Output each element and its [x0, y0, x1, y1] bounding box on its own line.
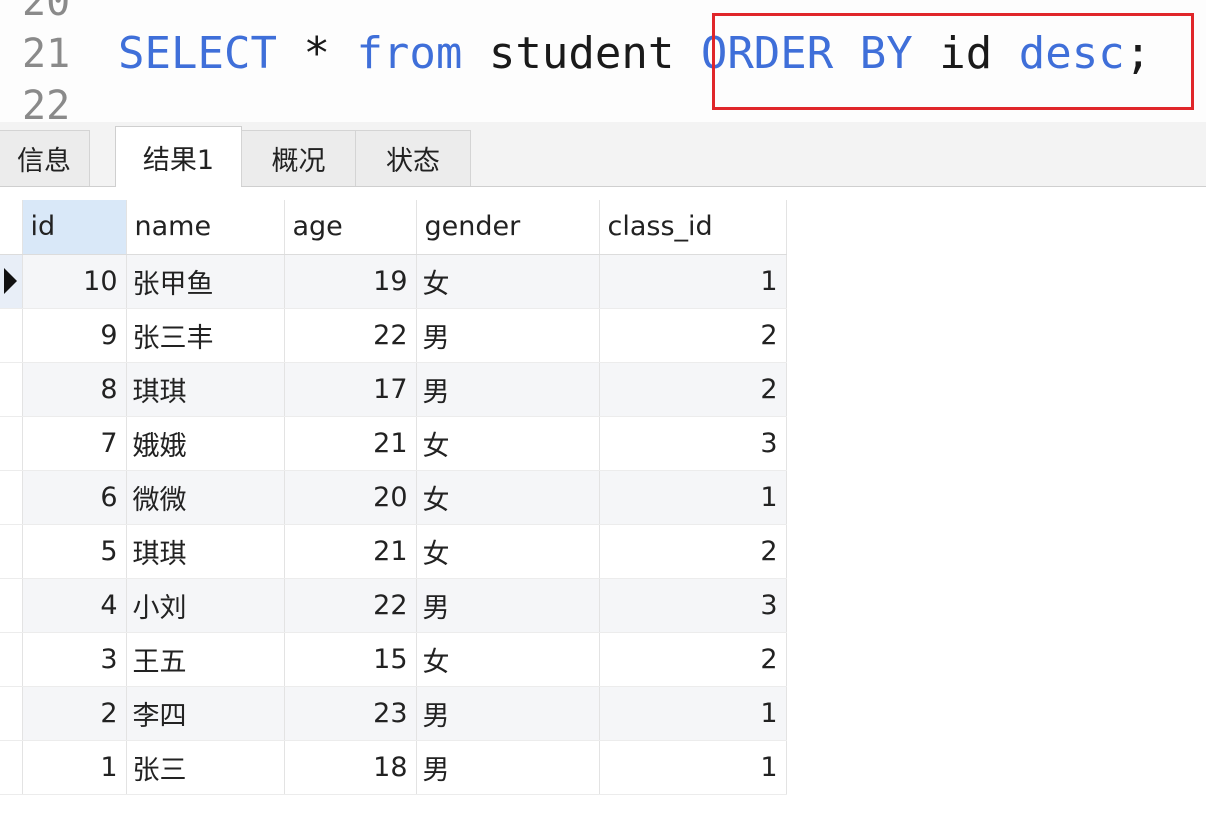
tab-status[interactable]: 状态	[355, 130, 471, 186]
column-header-id[interactable]: id	[22, 200, 127, 255]
row-indicator[interactable]	[0, 254, 23, 309]
cell-name[interactable]: 张三	[126, 740, 285, 795]
cell-id[interactable]: 7	[22, 416, 127, 471]
row-indicator[interactable]	[0, 416, 23, 471]
cell-class-id[interactable]: 3	[599, 578, 787, 633]
cell-name[interactable]: 琪琪	[126, 362, 285, 417]
result-tab-bar: 信息 结果1 概况 状态	[0, 122, 1206, 187]
cell-gender[interactable]: 女	[416, 254, 600, 309]
tab-profile[interactable]: 概况	[241, 130, 356, 186]
cell-age[interactable]: 23	[284, 686, 417, 741]
row-indicator-header	[0, 200, 23, 255]
column-header-class-id[interactable]: class_id	[599, 200, 787, 255]
tab-info[interactable]: 信息	[0, 130, 90, 186]
cell-class-id[interactable]: 2	[599, 362, 787, 417]
cell-id[interactable]: 2	[22, 686, 127, 741]
cell-name[interactable]: 娥娥	[126, 416, 285, 471]
cell-name[interactable]: 张甲鱼	[126, 254, 285, 309]
order-by-highlight-box	[712, 13, 1194, 110]
row-indicator[interactable]	[0, 632, 23, 687]
cell-class-id[interactable]: 1	[599, 686, 787, 741]
keyword-from: from	[356, 28, 463, 79]
cell-id[interactable]: 1	[22, 740, 127, 795]
sql-editor[interactable]: 20 21 22 SELECT * from student ORDER BY …	[0, 0, 1206, 122]
cell-id[interactable]: 9	[22, 308, 127, 363]
cell-age[interactable]: 18	[284, 740, 417, 795]
cell-id[interactable]: 10	[22, 254, 127, 309]
table-row[interactable]: 8 琪琪 17 男 2	[0, 362, 787, 417]
cell-gender[interactable]: 男	[416, 578, 600, 633]
cell-class-id[interactable]: 3	[599, 416, 787, 471]
row-indicator[interactable]	[0, 470, 23, 525]
line-number: 20	[22, 0, 71, 25]
cell-id[interactable]: 3	[22, 632, 127, 687]
row-indicator[interactable]	[0, 308, 23, 363]
cell-class-id[interactable]: 1	[599, 470, 787, 525]
result-grid[interactable]: id name age gender class_id 10 张甲鱼 19 女 1 9 张三…	[0, 200, 787, 795]
row-indicator[interactable]	[0, 524, 23, 579]
cell-class-id[interactable]: 2	[599, 524, 787, 579]
column-header-gender[interactable]: gender	[416, 200, 600, 255]
table-row[interactable]: 1 张三 18 男 1	[0, 740, 787, 795]
table-row[interactable]: 10 张甲鱼 19 女 1	[0, 254, 787, 309]
cell-name[interactable]: 王五	[126, 632, 285, 687]
table-row[interactable]: 3 王五 15 女 2	[0, 632, 787, 687]
cell-gender[interactable]: 女	[416, 470, 600, 525]
wildcard: *	[276, 28, 357, 79]
cell-age[interactable]: 20	[284, 470, 417, 525]
row-indicator[interactable]	[0, 740, 23, 795]
column-header-age[interactable]: age	[284, 200, 417, 255]
cell-name[interactable]: 琪琪	[126, 524, 285, 579]
cell-age[interactable]: 21	[284, 416, 417, 471]
cell-gender[interactable]: 男	[416, 362, 600, 417]
cell-gender[interactable]: 女	[416, 416, 600, 471]
table-row[interactable]: 9 张三丰 22 男 2	[0, 308, 787, 363]
cell-name[interactable]: 小刘	[126, 578, 285, 633]
line-number: 22	[22, 83, 71, 122]
cell-class-id[interactable]: 2	[599, 308, 787, 363]
current-row-arrow-icon	[4, 268, 17, 294]
cell-age[interactable]: 22	[284, 308, 417, 363]
table-row[interactable]: 2 李四 23 男 1	[0, 686, 787, 741]
cell-gender[interactable]: 男	[416, 740, 600, 795]
cell-id[interactable]: 6	[22, 470, 127, 525]
cell-class-id[interactable]: 1	[599, 740, 787, 795]
cell-age[interactable]: 21	[284, 524, 417, 579]
cell-age[interactable]: 17	[284, 362, 417, 417]
table-row[interactable]: 6 微微 20 女 1	[0, 470, 787, 525]
cell-age[interactable]: 19	[284, 254, 417, 309]
cell-age[interactable]: 22	[284, 578, 417, 633]
table-row[interactable]: 5 琪琪 21 女 2	[0, 524, 787, 579]
cell-name[interactable]: 微微	[126, 470, 285, 525]
cell-id[interactable]: 8	[22, 362, 127, 417]
cell-gender[interactable]: 男	[416, 686, 600, 741]
cell-age[interactable]: 15	[284, 632, 417, 687]
table-row[interactable]: 7 娥娥 21 女 3	[0, 416, 787, 471]
row-indicator[interactable]	[0, 362, 23, 417]
grid-header-row: id name age gender class_id	[0, 200, 787, 255]
cell-id[interactable]: 5	[22, 524, 127, 579]
cell-gender[interactable]: 女	[416, 632, 600, 687]
cell-class-id[interactable]: 1	[599, 254, 787, 309]
line-number: 21	[22, 31, 71, 77]
cell-gender[interactable]: 女	[416, 524, 600, 579]
cell-name[interactable]: 张三丰	[126, 308, 285, 363]
row-indicator[interactable]	[0, 578, 23, 633]
cell-name[interactable]: 李四	[126, 686, 285, 741]
column-header-name[interactable]: name	[126, 200, 285, 255]
keyword-select: SELECT	[118, 28, 277, 79]
cell-id[interactable]: 4	[22, 578, 127, 633]
table-name: student	[462, 28, 701, 79]
table-row[interactable]: 4 小刘 22 男 3	[0, 578, 787, 633]
cell-gender[interactable]: 男	[416, 308, 600, 363]
tab-result-1[interactable]: 结果1	[115, 126, 242, 187]
cell-class-id[interactable]: 2	[599, 632, 787, 687]
row-indicator[interactable]	[0, 686, 23, 741]
